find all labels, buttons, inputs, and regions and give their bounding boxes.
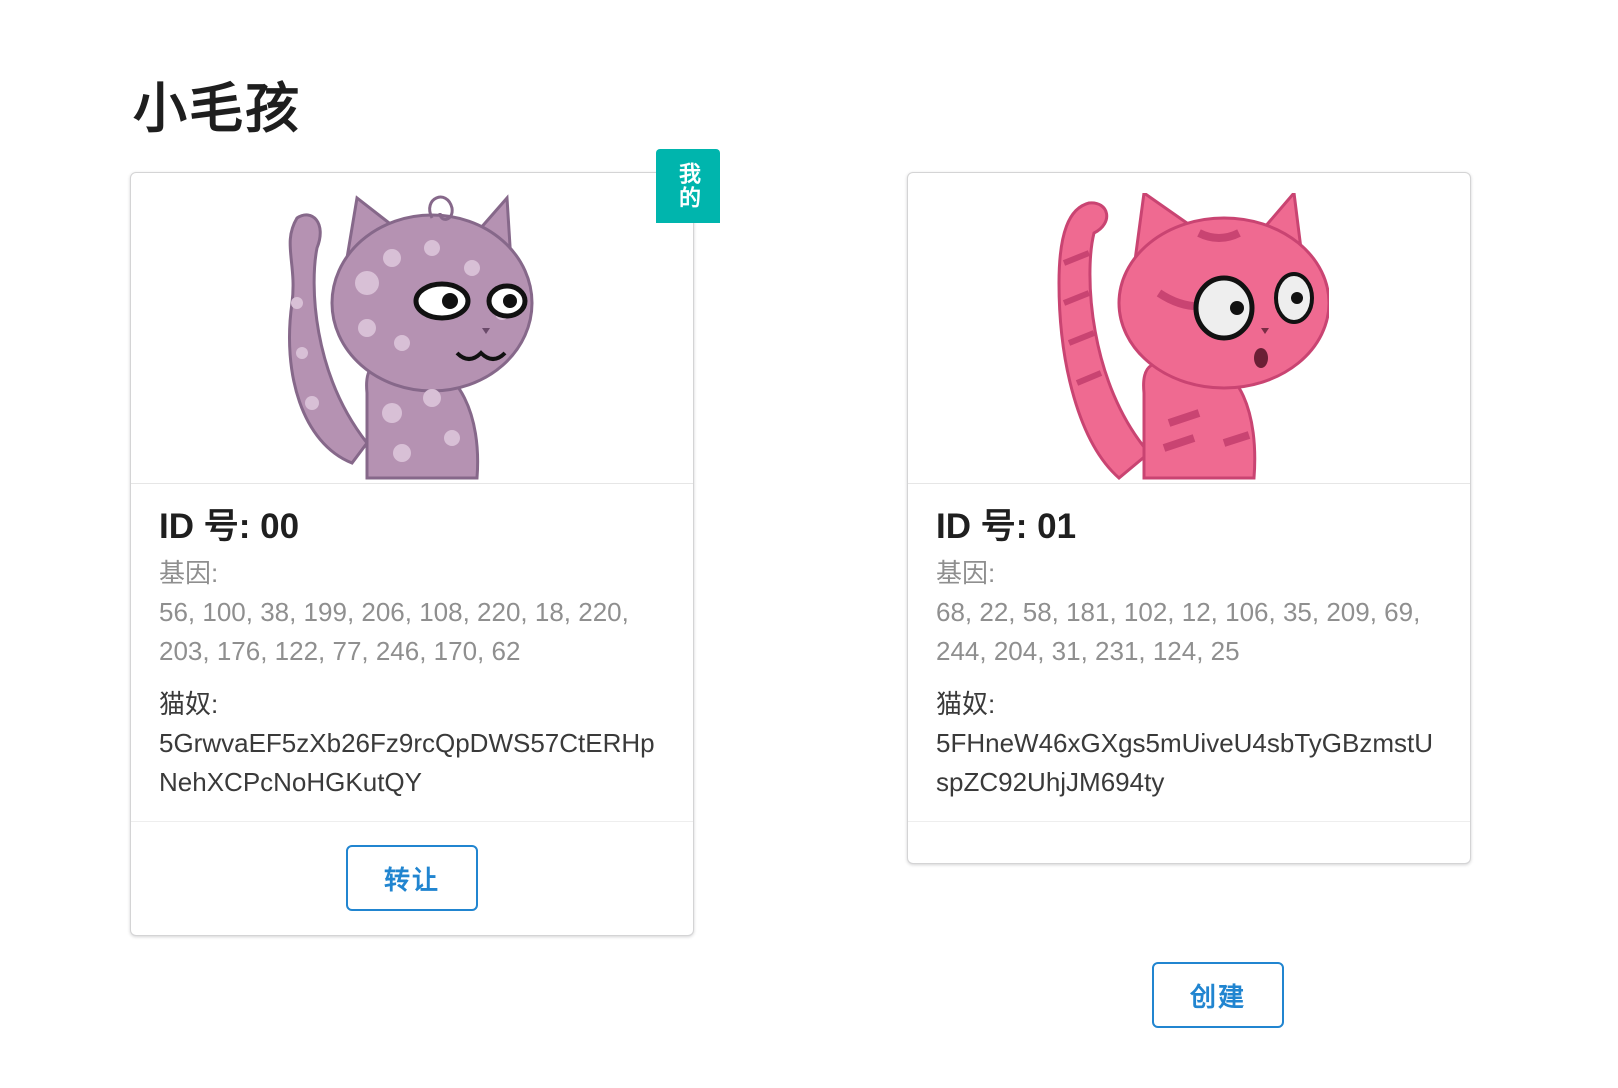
page-title: 小毛孩 bbox=[133, 79, 301, 139]
owner-label: 猫奴: bbox=[936, 689, 996, 719]
kitty-card-content: ID 号: 00 基因: 56, 100, 38, 199, 206, 108,… bbox=[131, 484, 693, 822]
owner-label: 猫奴: bbox=[159, 689, 219, 719]
kitty-card: 我的 ID 号: 00 基因: 56, 100, 38, 199, 206, 1… bbox=[130, 149, 720, 936]
owner-address: 5GrwvaEF5zXb26Fz9rcQpDWS57CtERHpNehXCPcN… bbox=[159, 728, 655, 797]
striped-cat-icon bbox=[1057, 193, 1329, 480]
genes-value: 56, 100, 38, 199, 206, 108, 220, 18, 220… bbox=[159, 597, 629, 666]
kitty-id: ID 号: 00 bbox=[159, 507, 300, 546]
genes-value: 68, 22, 58, 181, 102, 12, 106, 35, 209, … bbox=[936, 597, 1421, 666]
create-button[interactable]: 创建 bbox=[1152, 962, 1284, 1028]
mine-badge: 我的 bbox=[656, 149, 720, 223]
kitty-card-content: ID 号: 01 基因: 68, 22, 58, 181, 102, 12, 1… bbox=[908, 484, 1470, 822]
owner-address: 5FHneW46xGXgs5mUiveU4sbTyGBzmstUspZC92Uh… bbox=[936, 728, 1434, 797]
transfer-button[interactable]: 转让 bbox=[346, 845, 478, 911]
genes-label: 基因: bbox=[936, 558, 996, 588]
genes-label: 基因: bbox=[159, 558, 219, 588]
kitty-image: 我的 bbox=[131, 149, 720, 484]
card-actions: 转让 bbox=[131, 822, 693, 934]
kitty-image bbox=[908, 173, 1470, 484]
kitty-card: ID 号: 01 基因: 68, 22, 58, 181, 102, 12, 1… bbox=[907, 172, 1471, 864]
spotted-cat-icon bbox=[288, 194, 534, 480]
kitty-id: ID 号: 01 bbox=[936, 507, 1077, 546]
